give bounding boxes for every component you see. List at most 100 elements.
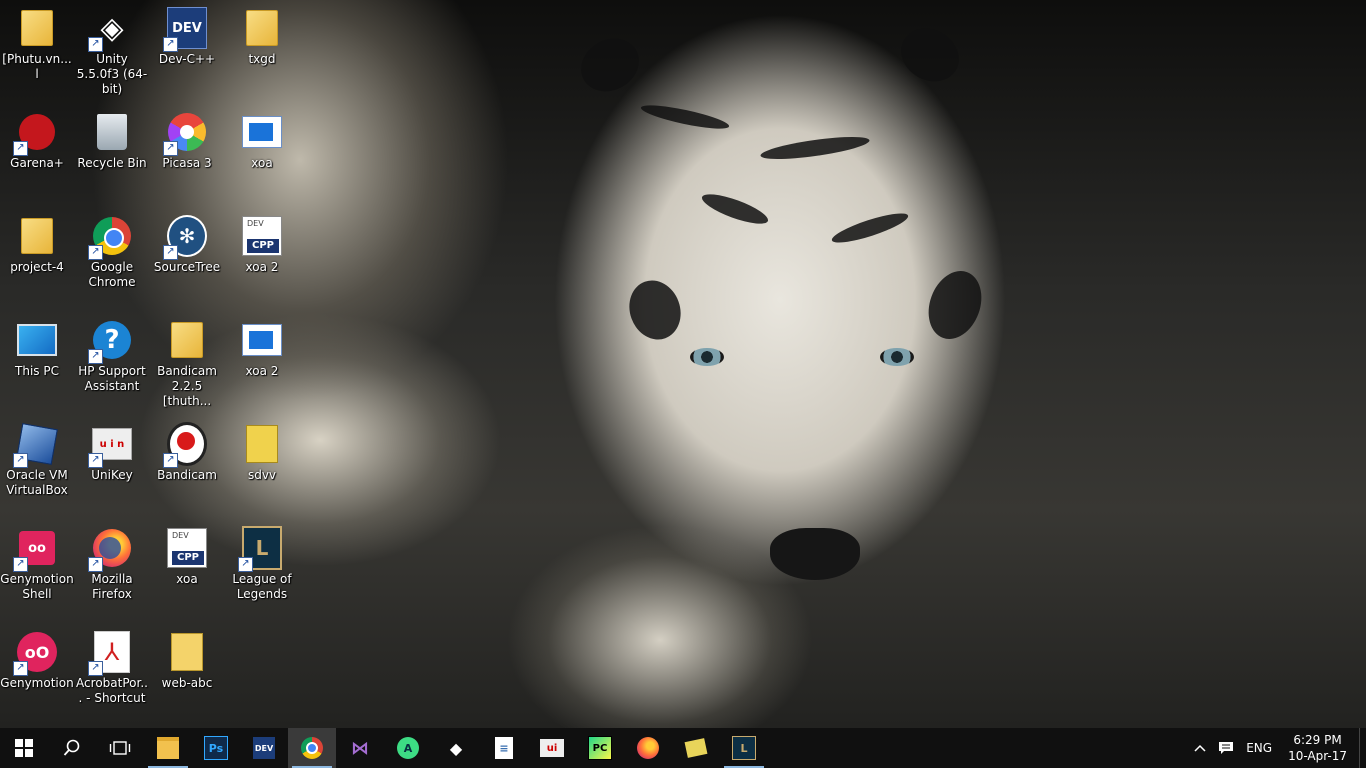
shortcut-arrow-icon: ↗: [88, 557, 103, 572]
search-button[interactable]: [48, 728, 96, 768]
unity-icon: ◆: [449, 738, 463, 758]
task-view-button[interactable]: [96, 728, 144, 768]
desktop-icon-label: Bandicam 2.2.5 [thuth...: [157, 364, 217, 408]
desktop-icon-this-pc[interactable]: This PC: [0, 314, 74, 379]
shortcut-arrow-icon: ↗: [88, 37, 103, 52]
taskbar-app-sticky[interactable]: [672, 728, 720, 768]
desktop-icon-phutu-folder[interactable]: [Phutu.vn... l: [0, 2, 74, 82]
desktop-icon-label: Dev-C++: [158, 52, 216, 66]
window-icon: [242, 116, 282, 148]
taskbar-app-pycharm[interactable]: PC: [576, 728, 624, 768]
desktop-icon-sdvv[interactable]: sdvv: [225, 418, 299, 483]
folder-icon: [246, 425, 278, 463]
folder-icon: [246, 10, 278, 46]
desktop-icon-label: xoa: [251, 156, 273, 170]
desktop-icon-label: SourceTree: [153, 260, 221, 274]
desktop-icon-xoa-cpp[interactable]: DEV CPP xoa: [150, 522, 224, 587]
shortcut-arrow-icon: ↗: [13, 453, 28, 468]
start-button[interactable]: [0, 728, 48, 768]
desktop-icon-label: Unity 5.5.0f3 (64-bit): [76, 52, 148, 96]
taskbar-app-league-of-legends[interactable]: L: [720, 728, 768, 768]
devcpp-icon: DEV: [253, 737, 275, 759]
desktop-icon-bandicam[interactable]: ↗ Bandicam: [150, 418, 224, 483]
shortcut-arrow-icon: ↗: [238, 557, 253, 572]
desktop-icon-label: Recycle Bin: [77, 156, 147, 170]
desktop-icon-league-of-legends[interactable]: L ↗ League of Legends: [225, 522, 299, 602]
desktop-icon-google-chrome[interactable]: ↗ Google Chrome: [75, 210, 149, 290]
shortcut-arrow-icon: ↗: [163, 37, 178, 52]
taskbar-app-android-studio[interactable]: A: [384, 728, 432, 768]
desktop-icon-genymotion[interactable]: oO ↗ Genymotion: [0, 626, 74, 691]
desktop-icon-sourcetree[interactable]: ✻ ↗ SourceTree: [150, 210, 224, 275]
desktop-icon-genymotion-shell[interactable]: oo ↗ Genymotion Shell: [0, 522, 74, 602]
desktop-icon-label: xoa 2: [245, 364, 279, 378]
task-view-icon: [109, 741, 131, 755]
notification-icon: [1219, 742, 1234, 754]
desktop-icon-label: xoa: [176, 572, 198, 586]
taskbar-app-visual-studio[interactable]: ⋈: [336, 728, 384, 768]
clock-time: 6:29 PM: [1293, 733, 1342, 747]
desktop-icon-label: Garena+: [10, 156, 64, 170]
show-hidden-icons-button[interactable]: [1188, 728, 1212, 768]
taskbar-app-photoshop[interactable]: Ps: [192, 728, 240, 768]
computer-icon: [17, 324, 57, 356]
document-icon: ≡: [495, 737, 513, 759]
desktop-icon-unity[interactable]: ◈ ↗ Unity 5.5.0f3 (64-bit): [75, 2, 149, 97]
desktop-icon-web-abc[interactable]: web-abc: [150, 626, 224, 691]
desktop-icon-label: txgd: [248, 52, 276, 66]
desktop-icon-xoa[interactable]: xoa: [225, 106, 299, 171]
desktop-icon-unikey[interactable]: u i n ↗ UniKey: [75, 418, 149, 483]
clock-date: 10-Apr-17: [1288, 749, 1347, 763]
desktop-icon-recycle-bin[interactable]: Recycle Bin: [75, 106, 149, 171]
shortcut-arrow-icon: ↗: [13, 557, 28, 572]
pycharm-icon: PC: [588, 736, 612, 760]
unikey-icon: ui: [540, 739, 564, 757]
folder-icon: [21, 218, 53, 254]
desktop-icon-bandicam-folder[interactable]: Bandicam 2.2.5 [thuth...: [150, 314, 224, 409]
taskbar-app-firefox[interactable]: [624, 728, 672, 768]
chevron-up-icon: [1194, 744, 1206, 752]
clock[interactable]: 6:29 PM 10-Apr-17: [1278, 732, 1359, 764]
desktop-icon-xoa-2[interactable]: xoa 2: [225, 314, 299, 379]
desktop-icon-project-4[interactable]: project-4: [0, 210, 74, 275]
cpp-file-icon: DEV CPP: [167, 528, 207, 568]
desktop-icon-label: Mozilla Firefox: [91, 572, 133, 601]
desktop-icon-picasa[interactable]: ↗ Picasa 3: [150, 106, 224, 171]
desktop-icon-firefox[interactable]: ↗ Mozilla Firefox: [75, 522, 149, 602]
desktop-icon-label: Genymotion Shell: [0, 572, 74, 601]
cpp-file-icon: DEV CPP: [242, 216, 282, 256]
chrome-icon: [301, 737, 323, 759]
shortcut-arrow-icon: ↗: [13, 141, 28, 156]
action-center-button[interactable]: [1212, 728, 1240, 768]
desktop-icon-devcpp[interactable]: DEV ↗ Dev-C++: [150, 2, 224, 67]
file-explorer-icon: [157, 737, 179, 759]
taskbar-app-devcpp[interactable]: DEV: [240, 728, 288, 768]
taskbar-app-unikey[interactable]: ui: [528, 728, 576, 768]
search-icon: [63, 739, 80, 756]
folder-icon: [171, 633, 203, 671]
desktop-icon-hp-support[interactable]: ? ↗ HP Support Assistant: [75, 314, 149, 394]
desktop-icon-xoa-2-cpp[interactable]: DEV CPP xoa 2: [225, 210, 299, 275]
desktop-icon-label: sdvv: [247, 468, 277, 482]
desktop-icon-label: Bandicam: [157, 468, 217, 482]
input-language-indicator[interactable]: ENG: [1240, 728, 1278, 768]
desktop-icon-txgd[interactable]: txgd: [225, 2, 299, 67]
shortcut-arrow-icon: ↗: [88, 453, 103, 468]
taskbar-app-unity[interactable]: ◆: [432, 728, 480, 768]
desktop-icon-label: Genymotion: [0, 676, 74, 690]
firefox-icon: [637, 737, 659, 759]
shortcut-arrow-icon: ↗: [163, 141, 178, 156]
desktop-icon-garena[interactable]: ↗ Garena+: [0, 106, 74, 171]
taskbar: Ps DEV ⋈ A ◆ ≡ ui PC L ENG 6:29 PM 10-Ap…: [0, 728, 1366, 768]
taskbar-app-file-explorer[interactable]: [144, 728, 192, 768]
windows-logo-icon: [15, 739, 33, 757]
taskbar-app-google-chrome[interactable]: [288, 728, 336, 768]
desktop-icon-label: [Phutu.vn... l: [2, 52, 72, 81]
desktop-icon-virtualbox[interactable]: ↗ Oracle VM VirtualBox: [0, 418, 74, 498]
show-desktop-button[interactable]: [1359, 728, 1366, 768]
desktop-icon-acrobat[interactable]: ⅄ ↗ AcrobatPor... - Shortcut: [75, 626, 149, 706]
desktop-icon-label: project-4: [10, 260, 64, 274]
taskbar-app-notepad[interactable]: ≡: [480, 728, 528, 768]
shortcut-arrow-icon: ↗: [13, 661, 28, 676]
photoshop-icon: Ps: [204, 736, 228, 760]
